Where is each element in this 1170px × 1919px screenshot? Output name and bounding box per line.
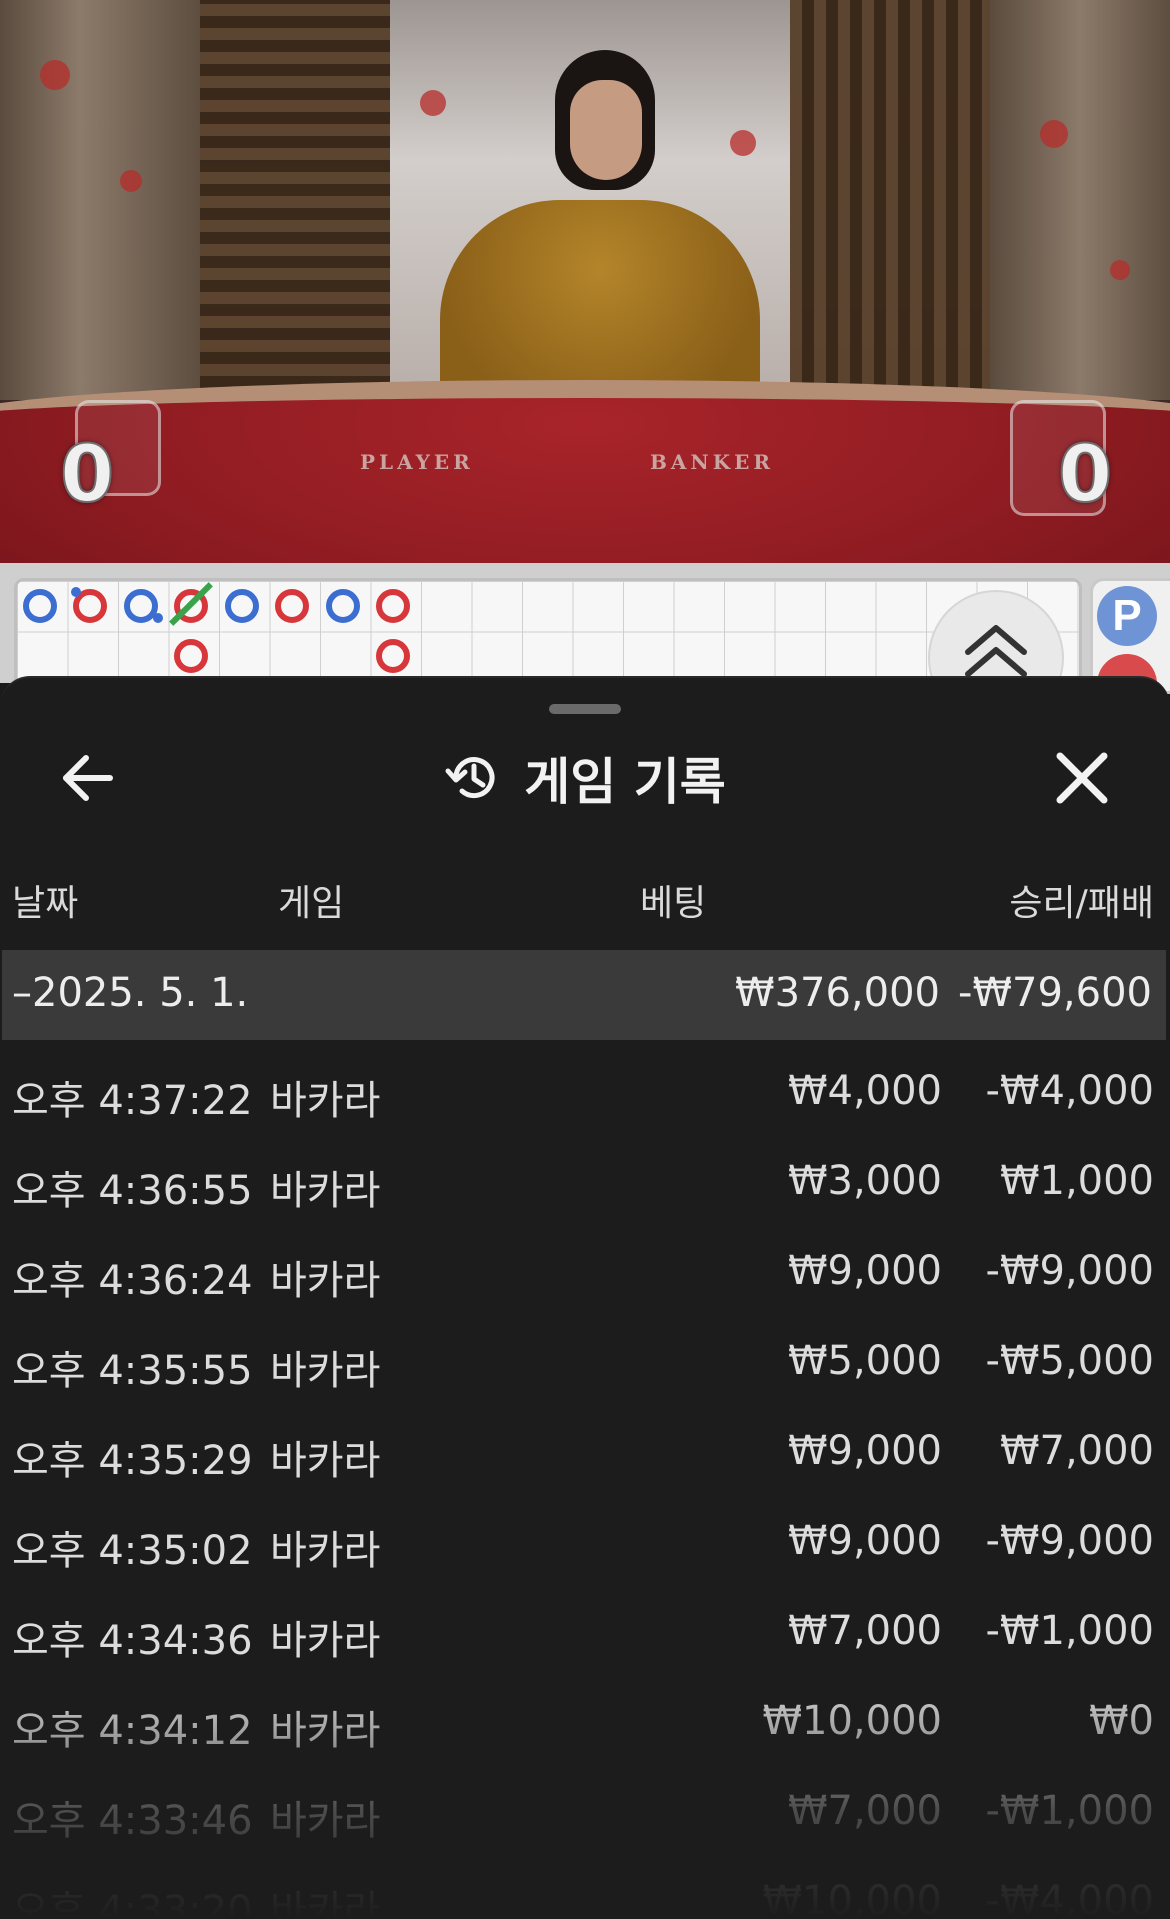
blossom-decor bbox=[120, 170, 142, 192]
row-time: 오후 4:36:55 bbox=[12, 1168, 253, 1214]
blossom-decor bbox=[420, 90, 446, 116]
sheet-title: 게임 기록 bbox=[524, 753, 726, 811]
bead-banker bbox=[174, 639, 208, 673]
row-game: 바카라 bbox=[270, 1888, 381, 1919]
row-result: -₩4,000 bbox=[985, 1068, 1155, 1114]
row-bet: ₩9,000 bbox=[787, 1518, 942, 1564]
row-bet: ₩10,000 bbox=[762, 1698, 942, 1744]
row-game: 바카라 bbox=[270, 1528, 381, 1574]
history-row[interactable]: 오후 4:33:46 바카라 ₩7,000 -₩1,000 bbox=[0, 1760, 1170, 1850]
history-row[interactable]: 오후 4:34:12 바카라 ₩10,000 ₩0 bbox=[0, 1670, 1170, 1760]
history-row[interactable]: 오후 4:34:36 바카라 ₩7,000 -₩1,000 bbox=[0, 1580, 1170, 1670]
pair-dot bbox=[153, 613, 163, 623]
backdrop-panel bbox=[990, 0, 1170, 400]
bead-player bbox=[23, 589, 57, 623]
history-row[interactable]: 오후 4:37:22 바카라 ₩4,000 -₩4,000 bbox=[0, 1040, 1170, 1130]
history-icon bbox=[445, 757, 495, 799]
row-result: -₩5,000 bbox=[985, 1338, 1155, 1384]
blossom-decor bbox=[40, 60, 70, 90]
close-icon bbox=[1056, 752, 1108, 804]
row-bet: ₩7,000 bbox=[787, 1608, 942, 1654]
row-game: 바카라 bbox=[270, 1078, 381, 1124]
date-group-total-bet: ₩376,000 bbox=[735, 970, 940, 1016]
row-game: 바카라 bbox=[270, 1618, 381, 1664]
bead-banker bbox=[376, 589, 410, 623]
history-row[interactable]: 오후 4:35:02 바카라 ₩9,000 -₩9,000 bbox=[0, 1490, 1170, 1580]
felt-banker-label: BANKER bbox=[650, 450, 774, 474]
row-bet: ₩5,000 bbox=[787, 1338, 942, 1384]
row-bet: ₩4,000 bbox=[787, 1068, 942, 1114]
row-game: 바카라 bbox=[270, 1438, 381, 1484]
player-score: 0 bbox=[59, 429, 115, 521]
row-result: ₩1,000 bbox=[999, 1158, 1154, 1204]
row-result: -₩9,000 bbox=[985, 1248, 1155, 1294]
row-result: ₩7,000 bbox=[999, 1428, 1154, 1474]
history-row[interactable]: 오후 4:35:29 바카라 ₩9,000 ₩7,000 bbox=[0, 1400, 1170, 1490]
blossom-decor bbox=[1110, 260, 1130, 280]
row-bet: ₩9,000 bbox=[787, 1428, 942, 1474]
history-row[interactable]: 오후 4:33:20 바카라 ₩10,000 -₩4,000 bbox=[0, 1850, 1170, 1919]
column-header-result: 승리/패배 bbox=[1009, 883, 1154, 924]
column-header-game: 게임 bbox=[278, 883, 345, 924]
history-row[interactable]: 오후 4:35:55 바카라 ₩5,000 -₩5,000 bbox=[0, 1310, 1170, 1400]
column-header-bet: 베팅 bbox=[640, 883, 707, 924]
row-bet: ₩7,000 bbox=[787, 1788, 942, 1834]
row-time: 오후 4:33:20 bbox=[12, 1888, 253, 1919]
row-time: 오후 4:35:02 bbox=[12, 1528, 253, 1574]
row-bet: ₩9,000 bbox=[787, 1248, 942, 1294]
history-list: 오후 4:37:22 바카라 ₩4,000 -₩4,000 오후 4:36:55… bbox=[0, 1040, 1170, 1919]
row-result: -₩1,000 bbox=[985, 1608, 1155, 1654]
drag-handle[interactable] bbox=[549, 704, 621, 714]
banker-score: 0 bbox=[1057, 429, 1113, 521]
bead-banker bbox=[275, 589, 309, 623]
row-time: 오후 4:37:22 bbox=[12, 1078, 253, 1124]
dealer-face bbox=[570, 80, 642, 180]
row-result: ₩0 bbox=[1089, 1698, 1154, 1744]
row-game: 바카라 bbox=[270, 1168, 381, 1214]
row-game: 바카라 bbox=[270, 1708, 381, 1754]
date-group-header[interactable]: –2025. 5. 1. ₩376,000 -₩79,600 bbox=[2, 950, 1166, 1040]
row-bet: ₩10,000 bbox=[762, 1878, 942, 1919]
row-time: 오후 4:33:46 bbox=[12, 1798, 253, 1844]
history-row[interactable]: 오후 4:36:55 바카라 ₩3,000 ₩1,000 bbox=[0, 1130, 1170, 1220]
live-video-feed: PLAYER BANKER 0 0 bbox=[0, 0, 1170, 563]
date-group-total-result: -₩79,600 bbox=[958, 970, 1152, 1016]
lattice-screen bbox=[790, 0, 990, 400]
close-button[interactable] bbox=[1050, 746, 1114, 810]
row-result: -₩1,000 bbox=[985, 1788, 1155, 1834]
blossom-decor bbox=[1040, 120, 1068, 148]
row-time: 오후 4:34:12 bbox=[12, 1708, 253, 1754]
backdrop-panel bbox=[0, 0, 200, 400]
column-headers: 날짜 게임 베팅 승리/패배 bbox=[0, 874, 1170, 934]
history-row[interactable]: 오후 4:36:24 바카라 ₩9,000 -₩9,000 bbox=[0, 1220, 1170, 1310]
bead-player bbox=[326, 589, 360, 623]
row-time: 오후 4:36:24 bbox=[12, 1258, 253, 1304]
blossom-decor bbox=[730, 130, 756, 156]
sheet-header: 게임 기록 bbox=[0, 742, 1170, 814]
row-time: 오후 4:35:29 bbox=[12, 1438, 253, 1484]
lattice-screen bbox=[200, 0, 390, 400]
game-history-sheet: 게임 기록 날짜 게임 베팅 승리/패배 –2025. 5. 1. ₩376,0… bbox=[0, 676, 1170, 1919]
row-bet: ₩3,000 bbox=[787, 1158, 942, 1204]
player-ask-button[interactable]: P bbox=[1097, 586, 1157, 646]
row-game: 바카라 bbox=[270, 1348, 381, 1394]
row-time: 오후 4:34:36 bbox=[12, 1618, 253, 1664]
row-game: 바카라 bbox=[270, 1258, 381, 1304]
bead-player bbox=[225, 589, 259, 623]
row-game: 바카라 bbox=[270, 1798, 381, 1844]
row-time: 오후 4:35:55 bbox=[12, 1348, 253, 1394]
felt-player-label: PLAYER bbox=[360, 450, 474, 474]
date-group-label: –2025. 5. 1. bbox=[12, 970, 249, 1016]
bead-banker bbox=[376, 639, 410, 673]
pair-dot bbox=[71, 587, 81, 597]
column-header-date: 날짜 bbox=[12, 883, 79, 924]
row-result: -₩4,000 bbox=[985, 1878, 1155, 1919]
baccarat-table bbox=[0, 380, 1170, 563]
row-result: -₩9,000 bbox=[985, 1518, 1155, 1564]
